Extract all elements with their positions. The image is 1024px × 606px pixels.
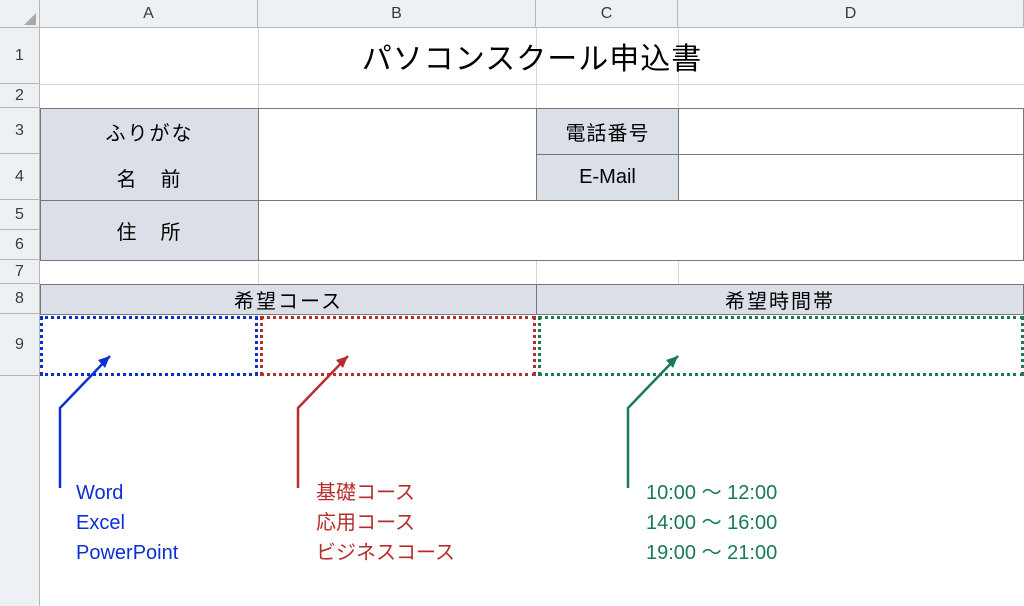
select-all-corner[interactable] [0,0,40,27]
column-header-d[interactable]: D [678,0,1024,27]
input-email[interactable] [678,154,1024,201]
column-header-b[interactable]: B [258,0,536,27]
row-header-2[interactable]: 2 [0,84,39,108]
row-header-5[interactable]: 5 [0,200,39,230]
callout-arrow-levels [292,348,362,498]
callout-item: 14:00 ～ 16:00 [646,508,777,538]
input-tel[interactable] [678,108,1024,155]
input-address[interactable] [258,200,1024,261]
callout-text-levels: 基礎コース 応用コース ビジネスコース [316,478,455,568]
row-header-column: 1 2 3 4 5 6 7 8 9 [0,28,40,606]
dropdown-target-time[interactable] [538,316,1024,376]
row-header-7[interactable]: 7 [0,260,39,284]
callout-item: ビジネスコース [316,538,455,568]
row-header-6[interactable]: 6 [0,230,39,260]
row-header-1[interactable]: 1 [0,28,39,84]
form-title: パソコンスクール申込書 [40,28,1024,84]
callout-item: 基礎コース [316,478,455,508]
section-header-course: 希望コース [40,284,537,315]
row-header-9[interactable]: 9 [0,314,39,376]
spreadsheet-view: A B C D 1 2 3 4 5 6 7 8 9 パソコンスクール申込書 ふり… [0,0,1024,606]
callout-item: 応用コース [316,508,455,538]
column-header-row: A B C D [0,0,1024,28]
select-all-triangle-icon [24,13,36,25]
callout-item: 19:00 ～ 21:00 [646,538,777,568]
label-name: 名 前 [40,154,259,201]
callout-item: PowerPoint [76,538,178,568]
input-furigana[interactable] [258,108,537,155]
callout-item: 10:00 ～ 12:00 [646,478,777,508]
callout-item: Word [76,478,178,508]
row-header-4[interactable]: 4 [0,154,39,200]
label-address: 住 所 [40,200,259,261]
row-header-8[interactable]: 8 [0,284,39,314]
label-tel: 電話番号 [536,108,679,155]
callout-item: Excel [76,508,178,538]
input-name[interactable] [258,154,537,201]
label-furigana: ふりがな [40,108,259,155]
callout-text-times: 10:00 ～ 12:00 14:00 ～ 16:00 19:00 ～ 21:0… [646,478,777,568]
callout-text-apps: Word Excel PowerPoint [76,478,178,568]
column-header-c[interactable]: C [536,0,678,27]
row-header-3[interactable]: 3 [0,108,39,154]
callout-arrow-times [622,348,692,498]
label-email: E-Mail [536,154,679,201]
callout-arrow-apps [54,348,124,498]
column-header-a[interactable]: A [40,0,258,27]
grid-body[interactable]: パソコンスクール申込書 ふりがな 電話番号 名 前 E-Mail 住 所 希望コ… [40,28,1024,606]
section-header-time: 希望時間帯 [536,284,1024,315]
